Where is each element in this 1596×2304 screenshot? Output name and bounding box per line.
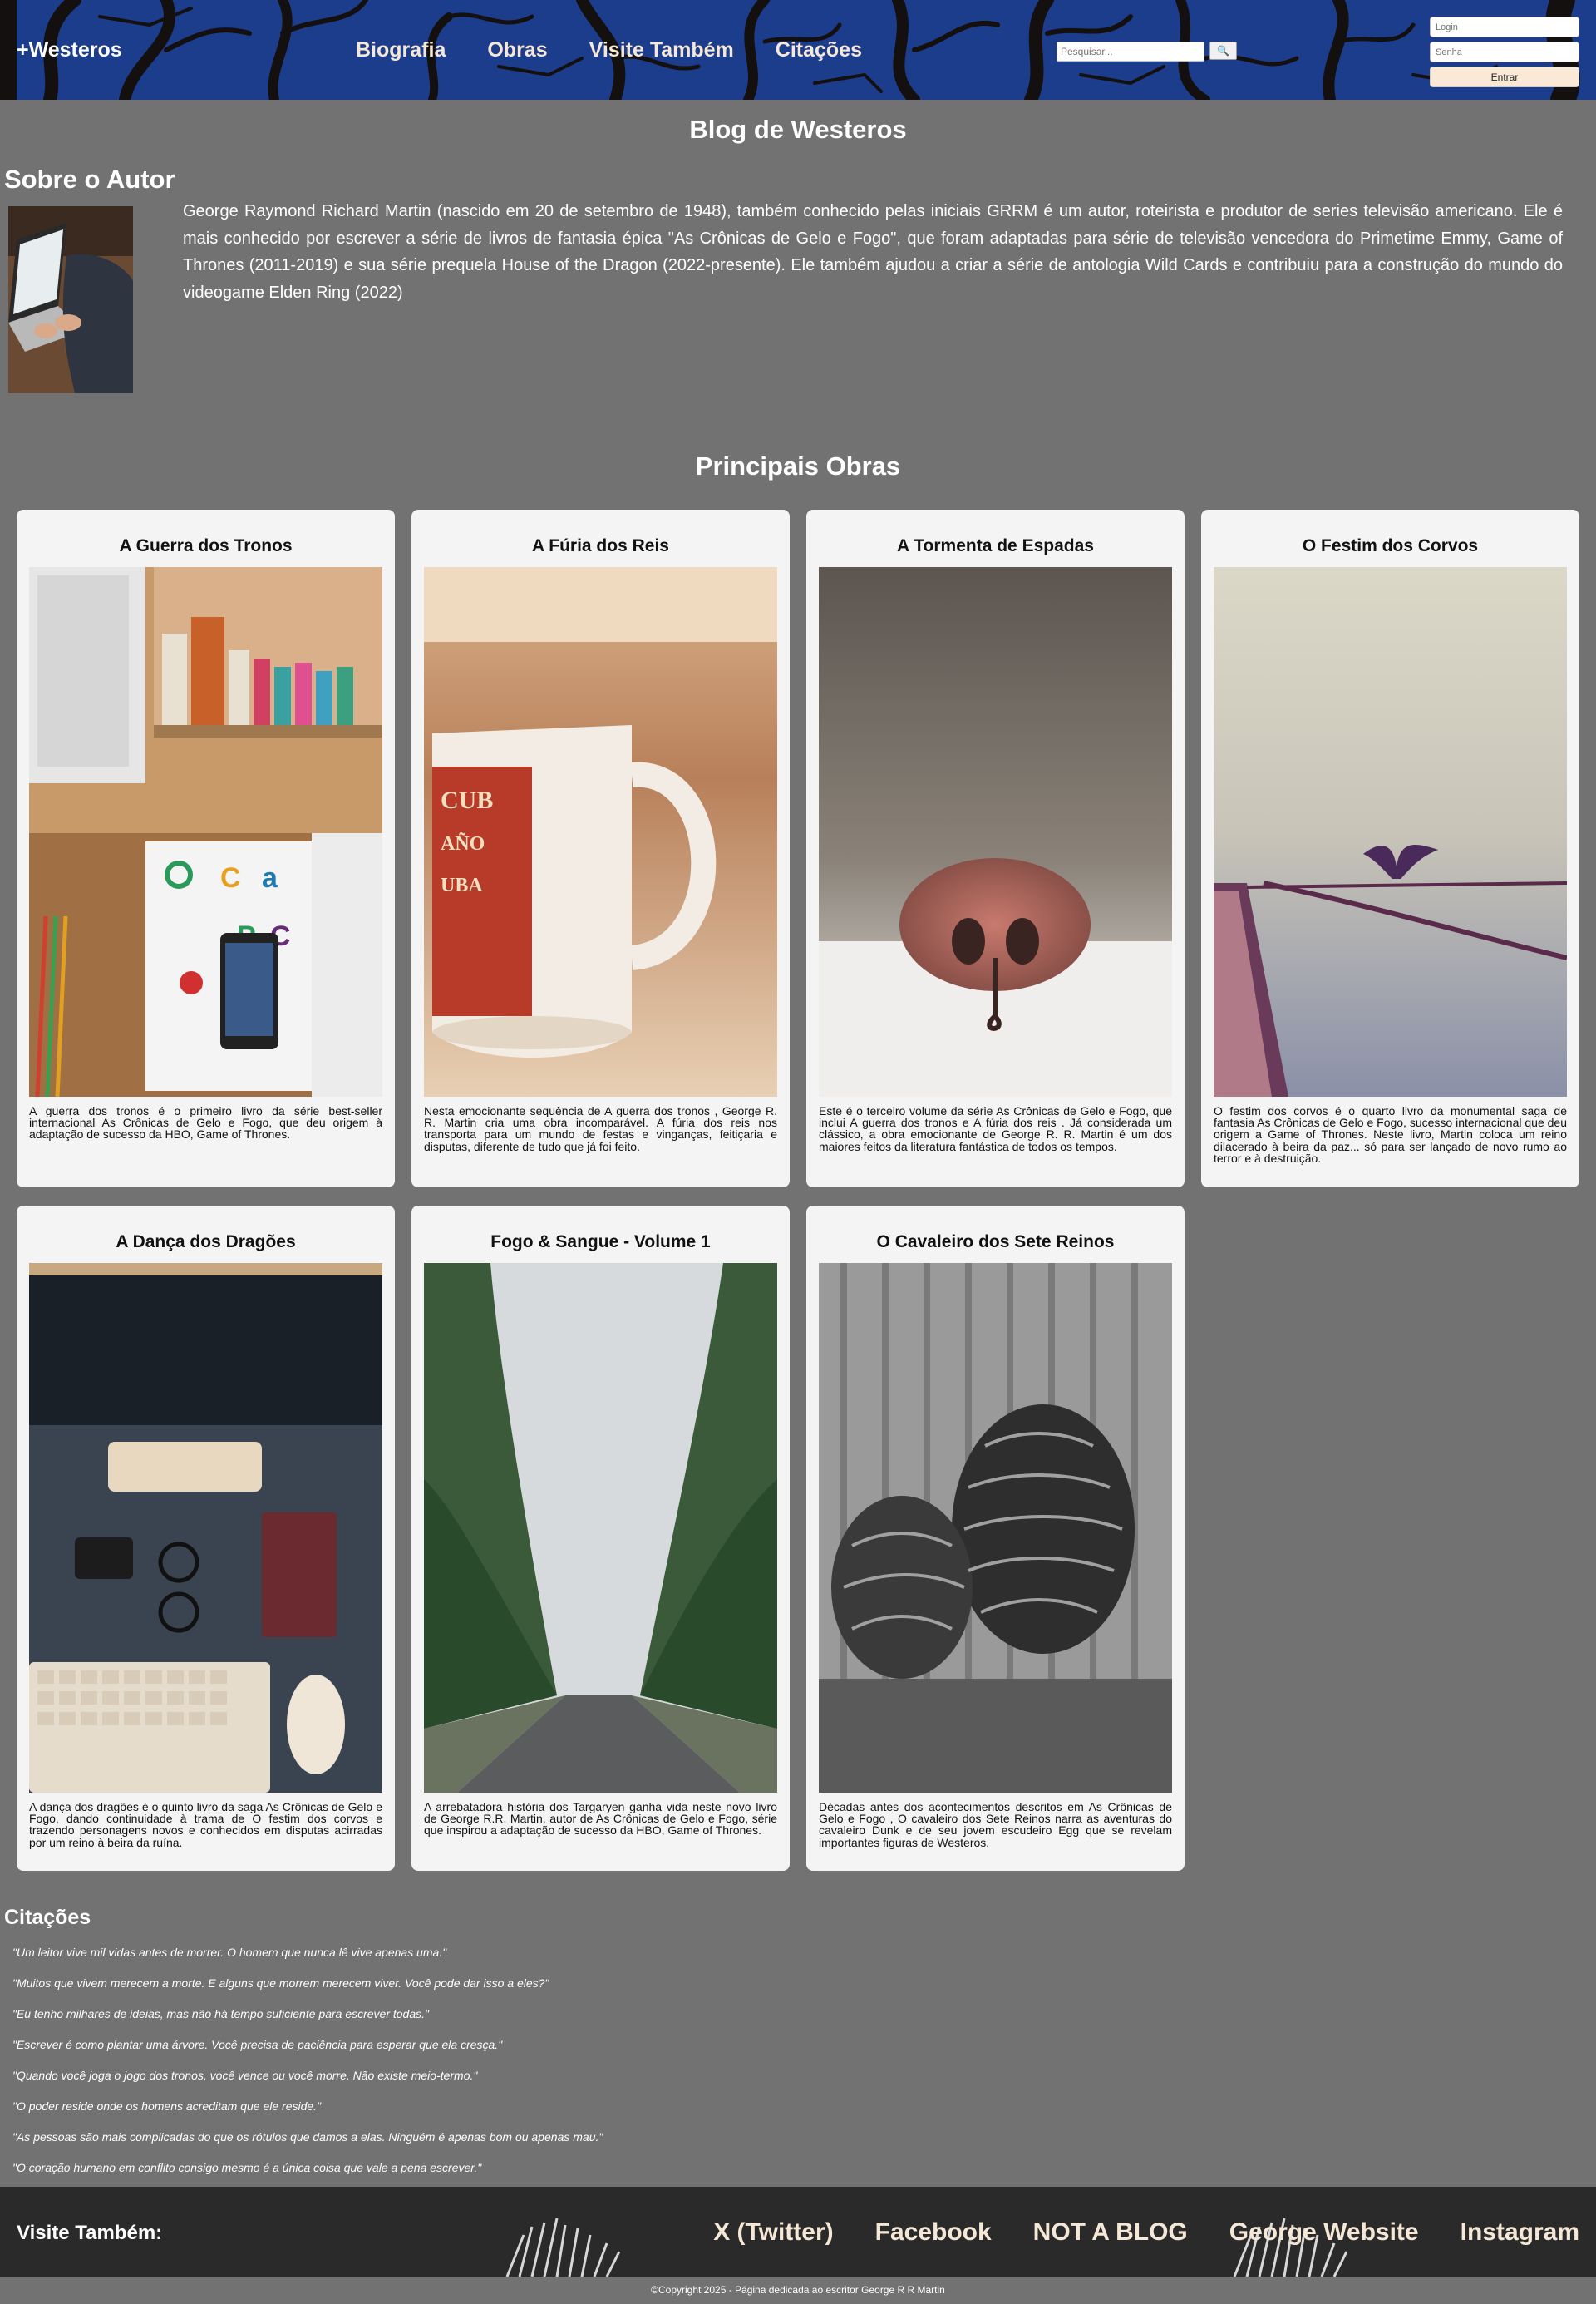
book-cover-image — [819, 1263, 1172, 1793]
site-header: +Westeros Biografia Obras Visite Também … — [0, 0, 1596, 100]
book-title: A Fúria dos Reis — [532, 536, 669, 555]
nav-obras[interactable]: Obras — [487, 38, 547, 62]
book-description: A dança dos dragões é o quinto livro da … — [29, 1800, 382, 1849]
quote-item: "Quando você joga o jogo dos tronos, voc… — [12, 2069, 478, 2082]
book-title: A Guerra dos Tronos — [119, 536, 293, 555]
book-card-5[interactable]: A Dança dos Dragões A dança dos dragões … — [17, 1206, 395, 1871]
throne-swords-decoration — [505, 2218, 621, 2277]
search-icon: 🔍 — [1217, 45, 1229, 57]
nav-visite-tambem[interactable]: Visite Também — [589, 38, 734, 62]
svg-text:C: C — [220, 862, 241, 894]
book-description: A arrebatadora história dos Targaryen ga… — [424, 1800, 777, 1838]
book-title: Fogo & Sangue - Volume 1 — [490, 1232, 711, 1251]
blog-title: Blog de Westeros — [689, 115, 907, 144]
footer-link-george-website[interactable]: George Website — [1229, 2218, 1419, 2247]
works-title: Principais Obras — [695, 451, 901, 481]
quote-item: "Muitos que vivem merecem a morte. E alg… — [12, 1976, 549, 1990]
book-description: Nesta emocionante sequência de A guerra … — [424, 1104, 777, 1153]
footer-link-twitter[interactable]: X (Twitter) — [713, 2218, 833, 2247]
svg-text:CUB: CUB — [441, 787, 493, 814]
footer-link-instagram[interactable]: Instagram — [1461, 2218, 1579, 2247]
quote-item: "As pessoas são mais complicadas do que … — [12, 2130, 603, 2144]
svg-text:a: a — [262, 862, 278, 894]
author-bio: George Raymond Richard Martin (nascido e… — [183, 202, 1563, 302]
login-form: Entrar — [1430, 17, 1579, 87]
nav-biografia[interactable]: Biografia — [356, 38, 446, 62]
book-title: A Dança dos Dragões — [116, 1232, 296, 1251]
book-cover-image — [819, 567, 1172, 1097]
quote-item: "Escrever é como plantar uma árvore. Voc… — [12, 2038, 503, 2051]
search-form: 🔍 — [1057, 42, 1237, 62]
password-input[interactable] — [1430, 42, 1579, 62]
footer-link-facebook[interactable]: Facebook — [875, 2218, 992, 2247]
login-input[interactable] — [1430, 17, 1579, 37]
book-description: A guerra dos tronos é o primeiro livro d… — [29, 1104, 382, 1142]
login-button[interactable]: Entrar — [1430, 67, 1579, 87]
book-card-2[interactable]: A Fúria dos Reis CUB AÑO UBA Nesta emoci… — [411, 510, 790, 1187]
about-title: Sobre o Autor — [4, 165, 175, 194]
footer-links: X (Twitter) Facebook NOT A BLOG George W… — [713, 2218, 1579, 2247]
site-footer: Visite Também: X (Twitter) Facebook NOT … — [0, 2187, 1596, 2277]
nav-citacoes[interactable]: Citações — [776, 38, 862, 62]
quote-item: "Um leitor vive mil vidas antes de morre… — [12, 1946, 447, 1959]
search-input[interactable] — [1057, 42, 1204, 62]
footer-link-not-a-blog[interactable]: NOT A BLOG — [1033, 2218, 1188, 2247]
quotes-title: Citações — [4, 1906, 91, 1929]
footer-label: Visite Também: — [17, 2222, 163, 2244]
book-description: Décadas antes dos acontecimentos descrit… — [819, 1800, 1172, 1849]
quote-item: "O coração humano em conflito consigo me… — [12, 2161, 482, 2174]
svg-text:UBA: UBA — [441, 875, 483, 896]
book-description: O festim dos corvos é o quarto livro da … — [1214, 1104, 1567, 1165]
book-title: A Tormenta de Espadas — [897, 536, 1094, 555]
svg-text:AÑO: AÑO — [441, 833, 485, 855]
book-title: O Festim dos Corvos — [1302, 536, 1479, 555]
copyright: ©Copyright 2025 - Página dedicada ao esc… — [0, 2277, 1596, 2304]
site-brand[interactable]: +Westeros — [17, 38, 122, 62]
book-description: Este é o terceiro volume da série As Crô… — [819, 1104, 1172, 1153]
book-card-1[interactable]: A Guerra dos Tronos C a P C — [17, 510, 395, 1187]
search-button[interactable]: 🔍 — [1209, 42, 1237, 60]
book-title: O Cavaleiro dos Sete Reinos — [876, 1232, 1115, 1251]
author-photo — [8, 206, 133, 393]
quotes-list: "Um leitor vive mil vidas antes de morre… — [12, 1944, 844, 2190]
quote-item: "Eu tenho milhares de ideias, mas não há… — [12, 2007, 429, 2020]
book-card-3[interactable]: A Tormenta de Espadas Este é o terceiro … — [806, 510, 1185, 1187]
book-cover-image — [424, 1263, 777, 1793]
book-cover-image — [1214, 567, 1567, 1097]
quote-item: "O poder reside onde os homens acreditam… — [12, 2099, 322, 2113]
book-card-7[interactable]: O Cavaleiro dos Sete Reinos Décadas ante… — [806, 1206, 1185, 1871]
book-cover-image: C a P C — [29, 567, 382, 1097]
book-cover-image — [29, 1263, 382, 1793]
book-card-6[interactable]: Fogo & Sangue - Volume 1 A arrebatadora … — [411, 1206, 790, 1871]
book-cover-image: CUB AÑO UBA — [424, 567, 777, 1097]
main-nav: Biografia Obras Visite Também Citações — [356, 38, 862, 62]
book-card-4[interactable]: O Festim dos Corvos O festim dos corvos … — [1201, 510, 1579, 1187]
